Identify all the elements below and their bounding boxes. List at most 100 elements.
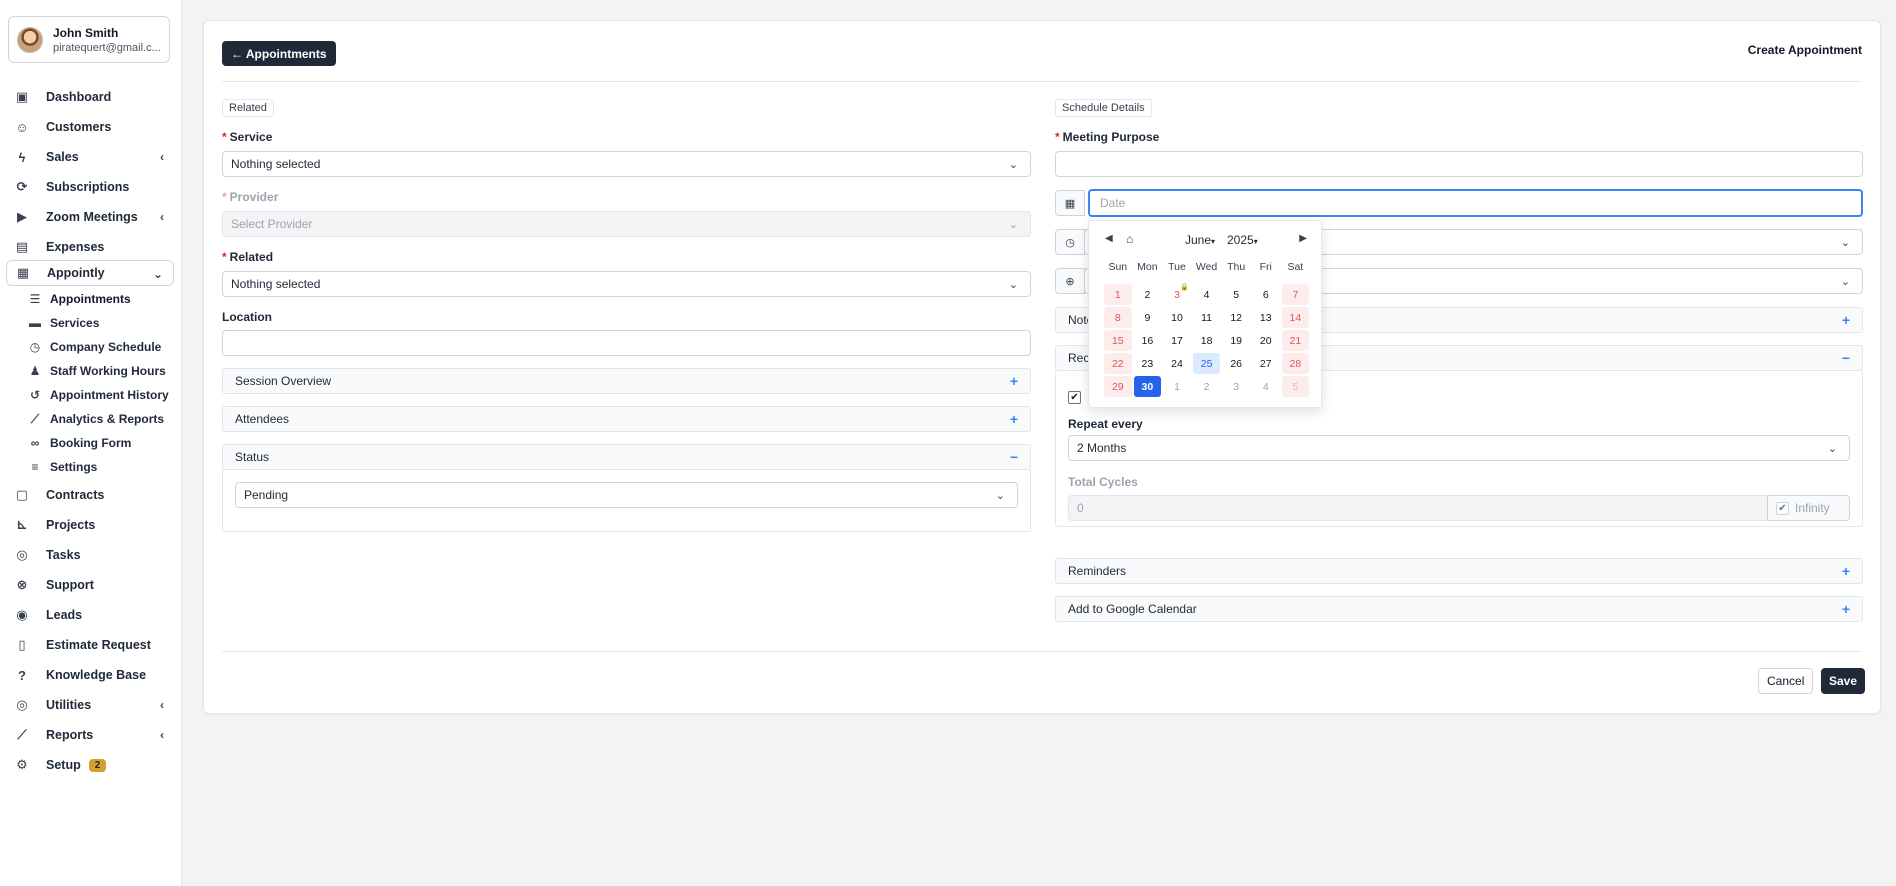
calendar-day[interactable]: 13 <box>1252 307 1280 328</box>
date-input[interactable]: Date <box>1088 189 1863 217</box>
nav-knowledge-base[interactable]: ? Knowledge Base <box>6 662 174 688</box>
calendar-day[interactable]: 18 <box>1193 330 1221 351</box>
nav-projects[interactable]: ⊾ Projects <box>6 512 174 538</box>
plus-icon[interactable]: + <box>1842 601 1850 617</box>
calendar-day[interactable]: 7 <box>1281 284 1310 305</box>
plus-icon[interactable]: + <box>1842 563 1850 579</box>
calendar-day[interactable]: 5 <box>1281 376 1310 397</box>
sub-services[interactable]: ▬ Services <box>28 312 178 334</box>
status-select[interactable]: Pending ⌄ <box>235 482 1018 508</box>
nav-leads[interactable]: ◉ Leads <box>6 602 174 628</box>
sub-appointments[interactable]: ☰ Appointments <box>28 288 178 310</box>
calendar-day[interactable]: 19 <box>1222 330 1250 351</box>
calendar-day[interactable]: 1 <box>1104 284 1132 305</box>
user-profile-card[interactable]: John Smith piratequert@gmail.c... <box>8 16 170 63</box>
calendar-day[interactable]: 21 <box>1281 330 1310 351</box>
nav-estimate-request[interactable]: ▯ Estimate Request <box>6 632 174 658</box>
attendees-panel[interactable]: Attendees + <box>222 406 1031 432</box>
calendar-day[interactable]: 30 <box>1133 376 1162 397</box>
calendar-day[interactable]: 20 <box>1252 330 1280 351</box>
reminders-panel[interactable]: Reminders + <box>1055 558 1863 584</box>
calendar-day[interactable]: 8 <box>1104 307 1132 328</box>
total-cycles-input[interactable]: 0 <box>1068 495 1768 521</box>
nav-support[interactable]: ⊗ Support <box>6 572 174 598</box>
calendar-day[interactable]: 16 <box>1134 330 1162 351</box>
calendar-day[interactable]: 28 <box>1281 353 1310 374</box>
video-icon: ▶ <box>17 209 27 224</box>
provider-select[interactable]: Select Provider ⌄ <box>222 211 1031 237</box>
minus-icon[interactable]: − <box>1010 449 1018 465</box>
calendar-day[interactable]: 2 <box>1193 376 1221 397</box>
nav-reports[interactable]: ⟋ Reports ‹ <box>6 722 174 748</box>
nav-sales[interactable]: ϟ Sales ‹ <box>6 144 174 170</box>
calendar-day[interactable]: 15 <box>1104 330 1132 351</box>
calendar-day[interactable]: 17 <box>1163 330 1191 351</box>
calendar-day[interactable]: 5 <box>1222 284 1250 305</box>
month-select[interactable]: June▾ <box>1185 233 1215 247</box>
calendar-day[interactable]: 26 <box>1222 353 1250 374</box>
meeting-purpose-input[interactable] <box>1055 151 1863 177</box>
recurring-checkbox[interactable]: ✔ <box>1068 391 1081 404</box>
year-select[interactable]: 2025▾ <box>1227 233 1258 247</box>
google-calendar-panel[interactable]: Add to Google Calendar + <box>1055 596 1863 622</box>
infinity-checkbox[interactable]: ✔ <box>1776 501 1789 515</box>
calendar-day[interactable]: 23 <box>1134 353 1162 374</box>
minus-icon[interactable]: − <box>1842 350 1850 366</box>
sub-booking-form[interactable]: ∞ Booking Form <box>28 432 178 454</box>
service-select[interactable]: Nothing selected ⌄ <box>222 151 1031 177</box>
nav-label: Expenses <box>46 240 105 254</box>
previous-month-icon[interactable]: ◀ <box>1105 233 1113 244</box>
briefcase-icon: ▬ <box>29 316 41 330</box>
calendar-day[interactable]: 2 <box>1134 284 1162 305</box>
sub-analytics-reports[interactable]: ⟋ Analytics & Reports <box>28 408 178 430</box>
nav-customers[interactable]: ☺ Customers <box>6 114 174 140</box>
plus-icon[interactable]: + <box>1010 373 1018 389</box>
calendar-day[interactable]: 3 🔒 <box>1163 284 1191 305</box>
calendar-day[interactable]: 22 <box>1104 353 1132 374</box>
nav-setup[interactable]: ⚙ Setup 2 <box>6 752 174 778</box>
calendar-day[interactable]: 9 <box>1134 307 1162 328</box>
calendar-day[interactable]: 27 <box>1252 353 1280 374</box>
next-month-icon[interactable]: ▶ <box>1299 233 1307 244</box>
calendar-day[interactable]: 12 <box>1222 307 1250 328</box>
plus-icon[interactable]: + <box>1842 312 1850 328</box>
back-to-appointments-button[interactable]: ← Appointments <box>222 41 336 66</box>
nav-subscriptions[interactable]: ⟳ Subscriptions <box>6 174 174 200</box>
calendar-day[interactable]: 4 <box>1193 284 1221 305</box>
calendar-day[interactable]: 3 <box>1222 376 1250 397</box>
status-panel[interactable]: Status − <box>222 444 1031 470</box>
required-marker: * <box>222 130 227 144</box>
calendar-day[interactable]: 11 <box>1193 307 1221 328</box>
page-title: Create Appointment <box>1747 43 1862 57</box>
sub-appointment-history[interactable]: ↺ Appointment History <box>28 384 178 406</box>
nav-contracts[interactable]: ▢ Contracts <box>6 482 174 508</box>
chevron-left-icon: ‹ <box>160 210 164 224</box>
location-input[interactable] <box>222 330 1031 356</box>
session-overview-panel[interactable]: Session Overview + <box>222 368 1031 394</box>
nav-expenses[interactable]: ▤ Expenses <box>6 234 174 260</box>
sub-settings[interactable]: ≡ Settings <box>28 456 178 478</box>
calendar-day[interactable]: 25 <box>1192 353 1221 374</box>
infinity-toggle[interactable]: ✔ Infinity <box>1767 495 1850 521</box>
calendar-day[interactable]: 29 <box>1104 376 1132 397</box>
home-icon[interactable]: ⌂ <box>1126 232 1133 246</box>
sub-staff-working-hours[interactable]: ♟ Staff Working Hours <box>28 360 178 382</box>
calendar-day[interactable]: 1 <box>1163 376 1191 397</box>
calendar-day[interactable]: 6 <box>1252 284 1280 305</box>
plus-icon[interactable]: + <box>1010 411 1018 427</box>
nav-appointly[interactable]: ▦ Appointly ⌄ <box>6 260 174 286</box>
nav-label: Support <box>46 578 94 592</box>
nav-dashboard[interactable]: ▣ Dashboard <box>6 84 174 110</box>
calendar-day[interactable]: 24 <box>1163 353 1191 374</box>
save-button[interactable]: Save <box>1821 668 1866 694</box>
nav-utilities[interactable]: ◎ Utilities ‹ <box>6 692 174 718</box>
calendar-day[interactable]: 10 <box>1163 307 1191 328</box>
nav-zoom-meetings[interactable]: ▶ Zoom Meetings ‹ <box>6 204 174 230</box>
cancel-button[interactable]: Cancel <box>1758 668 1814 694</box>
calendar-day[interactable]: 14 <box>1281 307 1310 328</box>
related-select[interactable]: Nothing selected ⌄ <box>222 271 1031 297</box>
sub-company-schedule[interactable]: ◷ Company Schedule <box>28 336 178 358</box>
calendar-day[interactable]: 4 <box>1252 376 1280 397</box>
nav-tasks[interactable]: ◎ Tasks <box>6 542 174 568</box>
repeat-every-select[interactable]: 2 Months ⌄ <box>1068 435 1850 461</box>
